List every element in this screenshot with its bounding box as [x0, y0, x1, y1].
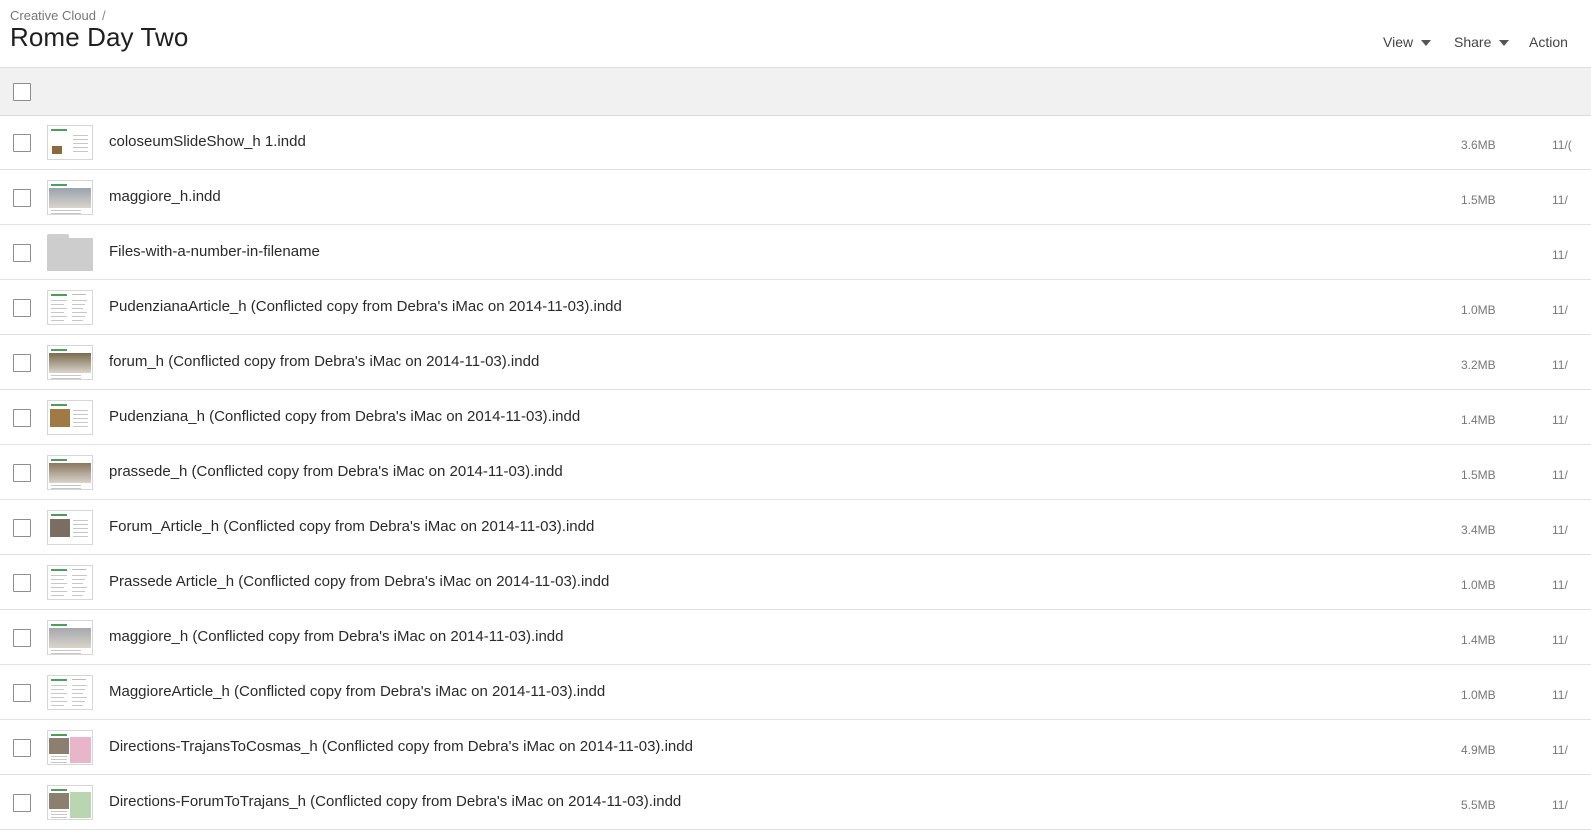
file-name-link[interactable]: coloseumSlideShow_h 1.indd [109, 133, 306, 150]
file-modified-date: 11/ [1552, 523, 1568, 537]
row-checkbox[interactable] [13, 244, 31, 262]
row-checkbox[interactable] [13, 409, 31, 427]
row-checkbox[interactable] [13, 574, 31, 592]
file-modified-date: 11/ [1552, 248, 1568, 262]
file-row[interactable]: forum_h (Conflicted copy from Debra's iM… [0, 335, 1591, 390]
file-name-link[interactable]: Files-with-a-number-in-filename [109, 243, 320, 260]
page-header: Creative Cloud / Rome Day Two View Share … [0, 0, 1591, 67]
file-modified-date: 11/ [1552, 358, 1568, 372]
file-thumbnail [47, 345, 93, 380]
file-modified-date: 11/ [1552, 688, 1568, 702]
file-thumbnail [47, 455, 93, 490]
file-name-link[interactable]: prassede_h (Conflicted copy from Debra's… [109, 463, 563, 480]
file-thumbnail [47, 565, 93, 600]
row-checkbox[interactable] [13, 629, 31, 647]
breadcrumb-creative-cloud-link[interactable]: Creative Cloud [10, 8, 96, 23]
file-thumbnail [47, 125, 93, 160]
file-thumbnail [47, 675, 93, 710]
file-modified-date: 11/ [1552, 468, 1568, 482]
file-name-link[interactable]: Forum_Article_h (Conflicted copy from De… [109, 518, 594, 535]
list-toolbar [0, 67, 1591, 116]
file-list: coloseumSlideShow_h 1.indd 3.6MB 11/( maggi… [0, 115, 1591, 830]
file-size: 1.4MB [1461, 413, 1496, 427]
file-size: 3.6MB [1461, 138, 1496, 152]
file-size: 3.2MB [1461, 358, 1496, 372]
file-name-link[interactable]: Pudenziana_h (Conflicted copy from Debra… [109, 408, 580, 425]
file-row[interactable]: prassede_h (Conflicted copy from Debra's… [0, 445, 1591, 500]
file-modified-date: 11/( [1552, 138, 1572, 152]
select-all-checkbox[interactable] [13, 83, 31, 101]
chevron-down-icon [1499, 39, 1510, 46]
folder-icon [47, 234, 93, 271]
file-thumbnail [47, 290, 93, 325]
row-checkbox[interactable] [13, 189, 31, 207]
row-checkbox[interactable] [13, 519, 31, 537]
file-row[interactable]: maggiore_h (Conflicted copy from Debra's… [0, 610, 1591, 665]
file-name-link[interactable]: Directions-TrajansToCosmas_h (Conflicted… [109, 738, 693, 755]
row-checkbox[interactable] [13, 354, 31, 372]
view-menu-button[interactable]: View [1383, 34, 1432, 50]
share-label: Share [1454, 34, 1492, 50]
row-checkbox[interactable] [13, 739, 31, 757]
file-row[interactable]: coloseumSlideShow_h 1.indd 3.6MB 11/( [0, 115, 1591, 170]
chevron-down-icon [1421, 39, 1432, 46]
file-size: 1.4MB [1461, 633, 1496, 647]
file-modified-date: 11/ [1552, 303, 1568, 317]
actions-menu-button[interactable]: Action [1529, 34, 1568, 50]
row-checkbox[interactable] [13, 794, 31, 812]
row-checkbox[interactable] [13, 684, 31, 702]
share-menu-button[interactable]: Share [1454, 34, 1510, 50]
file-name-link[interactable]: maggiore_h.indd [109, 188, 221, 205]
file-thumbnail [47, 180, 93, 215]
file-name-link[interactable]: PudenzianaArticle_h (Conflicted copy fro… [109, 298, 622, 315]
file-name-link[interactable]: MaggioreArticle_h (Conflicted copy from … [109, 683, 605, 700]
file-modified-date: 11/ [1552, 633, 1568, 647]
file-thumbnail [47, 400, 93, 435]
row-checkbox[interactable] [13, 464, 31, 482]
file-thumbnail [47, 620, 93, 655]
file-size: 3.4MB [1461, 523, 1496, 537]
file-size: 1.5MB [1461, 193, 1496, 207]
file-modified-date: 11/ [1552, 578, 1568, 592]
file-row[interactable]: MaggioreArticle_h (Conflicted copy from … [0, 665, 1591, 720]
file-row[interactable]: Pudenziana_h (Conflicted copy from Debra… [0, 390, 1591, 445]
file-row[interactable]: Directions-ForumToTrajans_h (Conflicted … [0, 775, 1591, 830]
file-size: 5.5MB [1461, 798, 1496, 812]
file-thumbnail [47, 785, 93, 820]
file-row[interactable]: Forum_Article_h (Conflicted copy from De… [0, 500, 1591, 555]
file-name-link[interactable]: forum_h (Conflicted copy from Debra's iM… [109, 353, 539, 370]
file-size: 1.0MB [1461, 688, 1496, 702]
file-size: 1.0MB [1461, 303, 1496, 317]
file-modified-date: 11/ [1552, 798, 1568, 812]
file-row[interactable]: maggiore_h.indd 1.5MB 11/ [0, 170, 1591, 225]
file-row[interactable]: PudenzianaArticle_h (Conflicted copy fro… [0, 280, 1591, 335]
file-modified-date: 11/ [1552, 413, 1568, 427]
file-thumbnail [47, 510, 93, 545]
view-label: View [1383, 34, 1414, 50]
file-row[interactable]: Files-with-a-number-in-filename 11/ [0, 225, 1591, 280]
file-modified-date: 11/ [1552, 193, 1568, 207]
file-name-link[interactable]: maggiore_h (Conflicted copy from Debra's… [109, 628, 563, 645]
file-name-link[interactable]: Prassede Article_h (Conflicted copy from… [109, 573, 609, 590]
breadcrumb: Creative Cloud / [10, 8, 106, 23]
file-row[interactable]: Prassede Article_h (Conflicted copy from… [0, 555, 1591, 610]
file-thumbnail [47, 730, 93, 765]
file-size: 4.9MB [1461, 743, 1496, 757]
page-title: Rome Day Two [10, 22, 189, 52]
file-row[interactable]: Directions-TrajansToCosmas_h (Conflicted… [0, 720, 1591, 775]
row-checkbox[interactable] [13, 299, 31, 317]
file-size: 1.0MB [1461, 578, 1496, 592]
breadcrumb-separator: / [102, 8, 106, 23]
file-size: 1.5MB [1461, 468, 1496, 482]
file-modified-date: 11/ [1552, 743, 1568, 757]
actions-label: Action [1529, 34, 1568, 50]
file-name-link[interactable]: Directions-ForumToTrajans_h (Conflicted … [109, 793, 681, 810]
row-checkbox[interactable] [13, 134, 31, 152]
